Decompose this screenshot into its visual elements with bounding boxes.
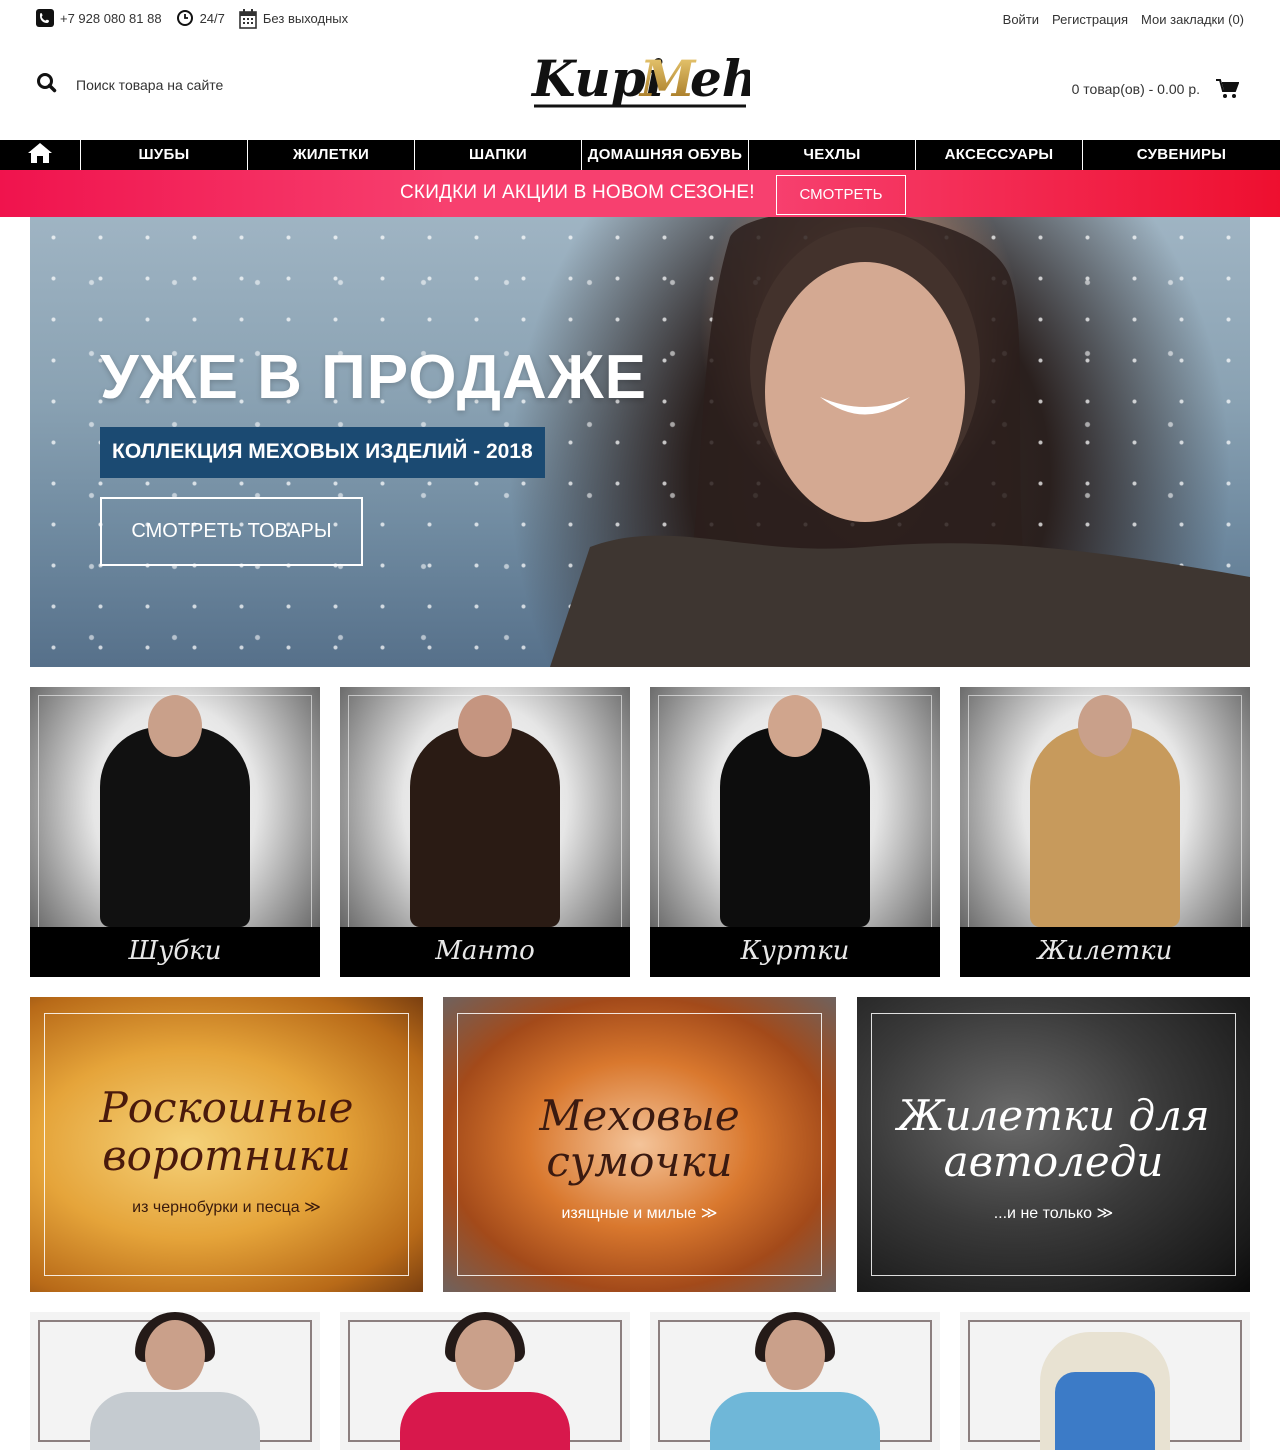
category-label: Жилетки bbox=[960, 927, 1250, 977]
promo-text: СКИДКИ И АКЦИИ В НОВОМ СЕЗОНЕ! bbox=[400, 182, 755, 203]
feature-auto-vests[interactable]: Жилетки для автоледи ...и не только ≫ bbox=[857, 997, 1250, 1292]
nav-item-shuby[interactable]: ШУБЫ bbox=[81, 140, 248, 170]
feature-title-line2: автоледи bbox=[943, 1137, 1164, 1186]
nav-item-zhiletki[interactable]: ЖИЛЕТКИ bbox=[248, 140, 415, 170]
model-head bbox=[455, 1320, 515, 1390]
logo[interactable]: Kupi M eh bbox=[530, 44, 758, 118]
calendar-icon bbox=[239, 9, 257, 29]
feature-title-line2: сумочки bbox=[546, 1137, 733, 1186]
category-label: Манто bbox=[340, 927, 630, 977]
home-button[interactable] bbox=[0, 140, 81, 170]
promo-button[interactable]: СМОТРЕТЬ bbox=[776, 175, 906, 215]
model-head bbox=[765, 1320, 825, 1390]
promo-banner: СКИДКИ И АКЦИИ В НОВОМ СЕЗОНЕ! СМОТРЕТЬ bbox=[0, 170, 1280, 217]
category-tile-kurtki[interactable]: Куртки bbox=[650, 687, 940, 977]
cart-text[interactable]: 0 товар(ов) - 0.00 р. bbox=[1072, 81, 1200, 97]
model-head bbox=[768, 695, 822, 757]
model-figure bbox=[410, 727, 560, 927]
model-head bbox=[1078, 695, 1132, 757]
hours-group: 24/7 bbox=[176, 9, 225, 27]
nav-item-aksessuary[interactable]: АКСЕССУАРЫ bbox=[916, 140, 1083, 170]
feature-collars[interactable]: Роскошные воротники из чернобурки и песц… bbox=[30, 997, 423, 1292]
product-tile[interactable] bbox=[30, 1312, 320, 1450]
account-links: Войти Регистрация Мои закладки (0) bbox=[1003, 12, 1244, 27]
nav-item-chekhly[interactable]: ЧЕХЛЫ bbox=[749, 140, 916, 170]
feature-caption: из чернобурки и песца ≫ bbox=[132, 1199, 321, 1216]
hero-title: УЖЕ В ПРОДАЖЕ bbox=[100, 343, 648, 412]
hours-text: 24/7 bbox=[199, 10, 225, 26]
category-tile-zhiletki[interactable]: Жилетки bbox=[960, 687, 1250, 977]
vest-pattern bbox=[1055, 1372, 1155, 1450]
product-tile[interactable] bbox=[960, 1312, 1250, 1450]
model-figure bbox=[1030, 727, 1180, 927]
model-body bbox=[400, 1392, 570, 1450]
days-text: Без выходных bbox=[262, 10, 349, 26]
category-label: Куртки bbox=[650, 927, 940, 977]
contact-info: +7 928 080 81 88 24/7 Без выходных bbox=[36, 9, 352, 29]
cart-icon[interactable] bbox=[1210, 72, 1244, 106]
nav-item-shapki[interactable]: ШАПКИ bbox=[415, 140, 582, 170]
phone-number[interactable]: +7 928 080 81 88 bbox=[60, 11, 162, 26]
category-tile-shubki[interactable]: Шубки bbox=[30, 687, 320, 977]
days-group: Без выходных bbox=[239, 9, 349, 29]
hero-cta-button[interactable]: СМОТРЕТЬ ТОВАРЫ bbox=[100, 497, 363, 566]
nav-item-suveniry[interactable]: СУВЕНИРЫ bbox=[1083, 140, 1280, 170]
phone-group[interactable]: +7 928 080 81 88 bbox=[36, 9, 162, 27]
search-icon[interactable] bbox=[36, 72, 58, 97]
nav-item-domashnyaya-obuv[interactable]: ДОМАШНЯЯ ОБУВЬ bbox=[582, 140, 749, 170]
category-tile-manto[interactable]: Манто bbox=[340, 687, 630, 977]
model-head bbox=[148, 695, 202, 757]
hero-banner[interactable]: УЖЕ В ПРОДАЖЕ КОЛЛЕКЦИЯ МЕХОВЫХ ИЗДЕЛИЙ … bbox=[30, 217, 1250, 667]
phone-icon bbox=[36, 9, 54, 27]
bookmarks-link[interactable]: Мои закладки (0) bbox=[1141, 12, 1244, 27]
model-head bbox=[458, 695, 512, 757]
main-nav: ШУБЫ ЖИЛЕТКИ ШАПКИ ДОМАШНЯЯ ОБУВЬ ЧЕХЛЫ … bbox=[0, 140, 1280, 170]
feature-caption: изящные и милые ≫ bbox=[561, 1205, 718, 1222]
svg-text:eh: eh bbox=[690, 49, 750, 108]
model-head bbox=[145, 1320, 205, 1390]
search-box[interactable]: Поиск товара на сайте bbox=[36, 72, 223, 97]
hero-subtitle: КОЛЛЕКЦИЯ МЕХОВЫХ ИЗДЕЛИЙ - 2018 bbox=[100, 427, 545, 478]
category-label: Шубки bbox=[30, 927, 320, 977]
cart-summary[interactable]: 0 товар(ов) - 0.00 р. bbox=[1072, 72, 1244, 106]
register-link[interactable]: Регистрация bbox=[1052, 12, 1128, 27]
feature-bags[interactable]: Меховые сумочки изящные и милые ≫ bbox=[443, 997, 836, 1292]
top-bar: +7 928 080 81 88 24/7 Без выходных Войти… bbox=[0, 0, 1280, 38]
model-figure bbox=[720, 727, 870, 927]
login-link[interactable]: Войти bbox=[1003, 12, 1039, 27]
search-input[interactable]: Поиск товара на сайте bbox=[76, 77, 223, 93]
product-tile[interactable] bbox=[340, 1312, 630, 1450]
home-icon bbox=[27, 142, 53, 169]
product-tile[interactable] bbox=[650, 1312, 940, 1450]
feature-title-line1: Меховые bbox=[539, 1091, 740, 1140]
clock-icon bbox=[176, 9, 194, 27]
feature-caption: ...и не только ≫ bbox=[993, 1205, 1114, 1222]
model-figure bbox=[100, 727, 250, 927]
model-body bbox=[90, 1392, 260, 1450]
model-body bbox=[710, 1392, 880, 1450]
svg-text:M: M bbox=[638, 49, 697, 108]
feature-title-line1: Роскошные bbox=[99, 1083, 354, 1132]
header: Поиск товара на сайте Kupi M eh 0 товар(… bbox=[0, 38, 1280, 140]
feature-title-line2: воротники bbox=[102, 1131, 351, 1180]
feature-title-line1: Жилетки для bbox=[897, 1091, 1210, 1140]
